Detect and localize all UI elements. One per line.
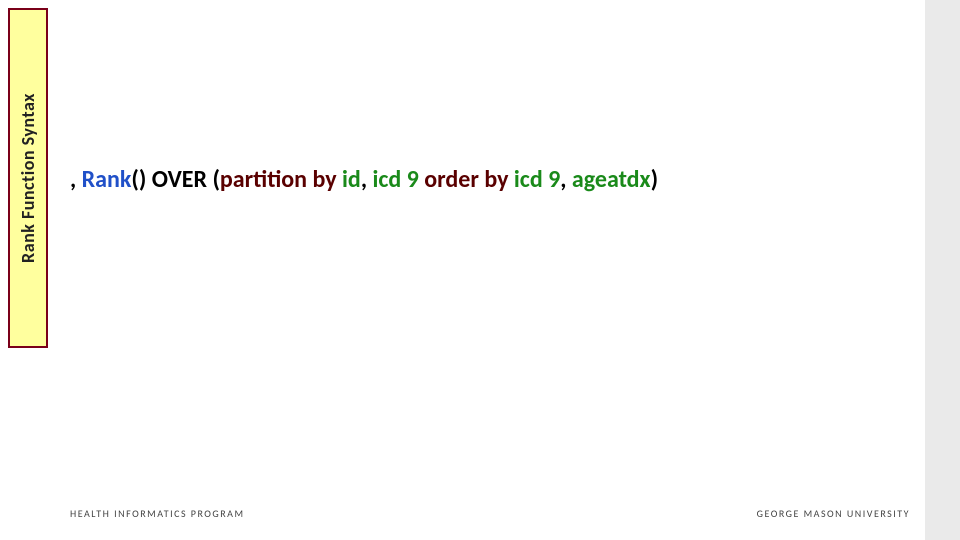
code-icd9b: icd 9 [514, 165, 560, 194]
slide-container: Rank Function Syntax , Rank() OVER (part… [0, 0, 960, 540]
code-sep1: , [361, 165, 373, 194]
code-paren-open-close: () [131, 165, 151, 194]
code-line: , Rank() OVER (partition by id, icd 9 or… [70, 165, 910, 194]
code-icd9a: icd 9 [372, 165, 424, 194]
code-id: id [342, 165, 361, 194]
code-ageatdx: ageatdx [572, 165, 651, 194]
code-over: OVER [152, 165, 213, 194]
code-comma: , [70, 165, 82, 194]
code-paren-close: ) [651, 165, 658, 194]
footer-right: GEORGE MASON UNIVERSITY [757, 507, 910, 520]
footer: HEALTH INFORMATICS PROGRAM GEORGE MASON … [70, 507, 910, 520]
sidebar-title: Rank Function Syntax [17, 93, 39, 263]
code-sep2: , [560, 165, 572, 194]
code-paren-open: ( [212, 165, 219, 194]
right-margin-bar [925, 0, 960, 540]
code-rank: Rank [82, 165, 132, 194]
sidebar-tab: Rank Function Syntax [8, 8, 48, 348]
code-partition-by: partition by [220, 165, 342, 194]
code-order-by: order by [424, 165, 514, 194]
footer-left: HEALTH INFORMATICS PROGRAM [70, 507, 245, 520]
